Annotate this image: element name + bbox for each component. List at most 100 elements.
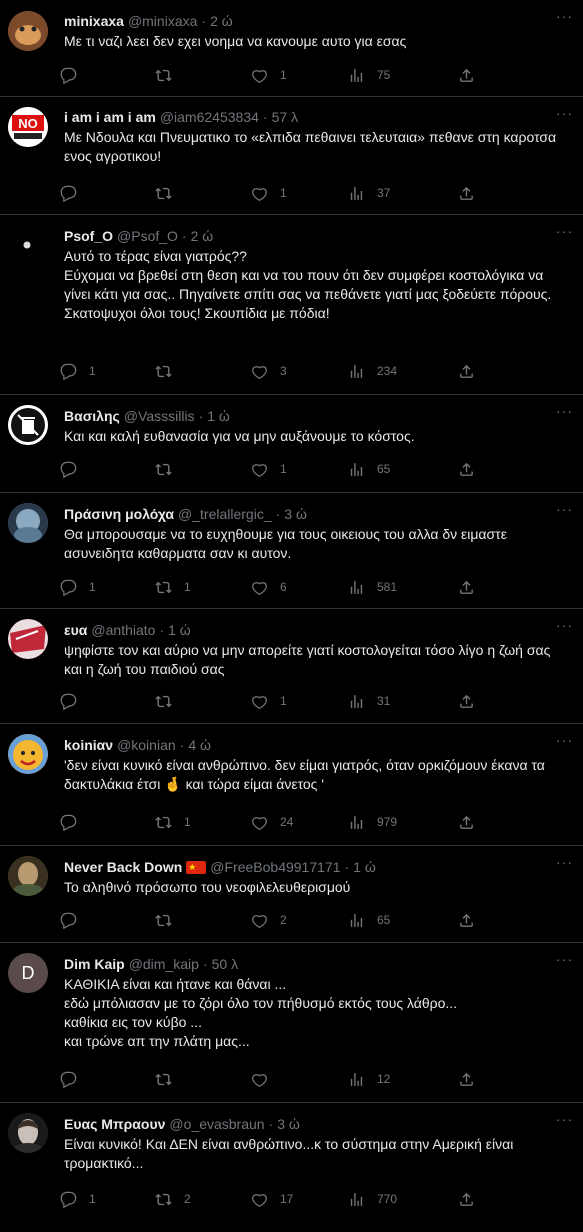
handle[interactable]: @Psof_O	[117, 227, 178, 245]
like-button[interactable]: 3	[251, 363, 348, 380]
tweet[interactable]: Βασιλης @Vasssillis · 1 ώ ··· Και και κα…	[0, 395, 583, 493]
share-button[interactable]	[458, 67, 478, 84]
like-button[interactable]: 2	[251, 912, 348, 929]
more-icon[interactable]: ···	[556, 854, 573, 870]
display-name[interactable]: minixaxa	[64, 12, 124, 30]
views-button[interactable]: 770	[348, 1191, 458, 1208]
more-icon[interactable]: ···	[556, 223, 573, 239]
retweet-button[interactable]	[155, 67, 251, 84]
avatar[interactable]	[8, 11, 48, 51]
share-button[interactable]	[458, 185, 478, 202]
display-name[interactable]: koiniαν	[64, 736, 113, 754]
reply-button[interactable]	[60, 1071, 155, 1088]
handle[interactable]: @_trelallergic_	[178, 505, 272, 523]
handle[interactable]: @iam62453834	[160, 108, 259, 126]
more-icon[interactable]: ···	[556, 951, 573, 967]
like-button[interactable]	[251, 1071, 348, 1088]
display-name[interactable]: Βασιλης	[64, 407, 120, 425]
more-icon[interactable]: ···	[556, 617, 573, 633]
avatar[interactable]	[8, 225, 48, 265]
display-name[interactable]: Ευας Μπραουν	[64, 1115, 165, 1133]
avatar[interactable]	[8, 856, 48, 896]
display-name[interactable]: Dim Kaip	[64, 955, 125, 973]
like-button[interactable]: 1	[251, 185, 348, 202]
views-button[interactable]: 65	[348, 461, 458, 478]
display-name[interactable]: Never Back Down	[64, 858, 182, 876]
retweet-button[interactable]: 1	[155, 814, 251, 831]
like-button[interactable]: 17	[251, 1191, 348, 1208]
share-button[interactable]	[458, 814, 478, 831]
tweet[interactable]: NO i am i am i am @iam62453834 · 57 λ ··…	[0, 97, 583, 215]
retweet-button[interactable]: 2	[155, 1191, 251, 1208]
handle[interactable]: @dim_kaip	[129, 955, 199, 973]
timestamp[interactable]: 3 ώ	[277, 1115, 300, 1133]
tweet[interactable]: koiniαν @koinian · 4 ώ ··· 'δεν είναι κυ…	[0, 724, 583, 846]
reply-button[interactable]	[60, 693, 155, 710]
more-icon[interactable]: ···	[556, 1111, 573, 1127]
tweet[interactable]: D Dim Kaip @dim_kaip · 50 λ ··· ΚΑΘΙΚΙΑ …	[0, 943, 583, 1103]
handle[interactable]: @FreeBob49917171	[210, 858, 340, 876]
more-icon[interactable]: ···	[556, 8, 573, 24]
share-button[interactable]	[458, 912, 478, 929]
reply-button[interactable]	[60, 814, 155, 831]
like-button[interactable]: 1	[251, 461, 348, 478]
timestamp[interactable]: 50 λ	[212, 955, 238, 973]
share-button[interactable]	[458, 1071, 478, 1088]
retweet-button[interactable]	[155, 185, 251, 202]
views-button[interactable]: 37	[348, 185, 458, 202]
views-button[interactable]: 75	[348, 67, 458, 84]
views-button[interactable]: 979	[348, 814, 458, 831]
tweet[interactable]: minixaxa @minixaxa · 2 ώ ··· Με τι ναζι …	[0, 0, 583, 97]
timestamp[interactable]: 1 ώ	[353, 858, 376, 876]
timestamp[interactable]: 1 ώ	[168, 621, 191, 639]
share-button[interactable]	[458, 693, 478, 710]
more-icon[interactable]: ···	[556, 403, 573, 419]
like-button[interactable]: 1	[251, 693, 348, 710]
retweet-button[interactable]: 1	[155, 579, 251, 596]
avatar[interactable]	[8, 619, 48, 659]
avatar[interactable]	[8, 1113, 48, 1153]
reply-button[interactable]: 1	[60, 579, 155, 596]
retweet-button[interactable]	[155, 912, 251, 929]
timestamp[interactable]: 1 ώ	[207, 407, 230, 425]
handle[interactable]: @minixaxa	[128, 12, 197, 30]
avatar[interactable]	[8, 734, 48, 774]
timestamp[interactable]: 2 ώ	[191, 227, 214, 245]
views-button[interactable]: 581	[348, 579, 458, 596]
timestamp[interactable]: 3 ώ	[284, 505, 307, 523]
avatar[interactable]: D	[8, 953, 48, 993]
like-button[interactable]: 1	[251, 67, 348, 84]
share-button[interactable]	[458, 363, 478, 380]
retweet-button[interactable]	[155, 363, 251, 380]
avatar[interactable]	[8, 503, 48, 543]
display-name[interactable]: Psof_O	[64, 227, 113, 245]
timestamp[interactable]: 57 λ	[272, 108, 298, 126]
reply-button[interactable]	[60, 185, 155, 202]
tweet[interactable]: Never Back Down @FreeBob49917171 · 1 ώ ·…	[0, 846, 583, 943]
display-name[interactable]: i am i am i am	[64, 108, 156, 126]
display-name[interactable]: Πράσινη μολόχα	[64, 505, 174, 523]
timestamp[interactable]: 4 ώ	[188, 736, 211, 754]
views-button[interactable]: 65	[348, 912, 458, 929]
reply-button[interactable]: 1	[60, 1191, 155, 1208]
retweet-button[interactable]	[155, 461, 251, 478]
reply-button[interactable]	[60, 912, 155, 929]
reply-button[interactable]	[60, 67, 155, 84]
tweet[interactable]: Ευας Μπραουν @o_evasbraun · 3 ώ ··· Είνα…	[0, 1103, 583, 1232]
tweet[interactable]: Psof_O @Psof_O · 2 ώ ··· Αυτό το τέρας ε…	[0, 215, 583, 395]
like-button[interactable]: 24	[251, 814, 348, 831]
share-button[interactable]	[458, 579, 478, 596]
reply-button[interactable]: 1	[60, 363, 155, 380]
more-icon[interactable]: ···	[556, 105, 573, 121]
more-icon[interactable]: ···	[556, 732, 573, 748]
views-button[interactable]: 234	[348, 363, 458, 380]
share-button[interactable]	[458, 1191, 478, 1208]
retweet-button[interactable]	[155, 693, 251, 710]
avatar[interactable]	[8, 405, 48, 445]
retweet-button[interactable]	[155, 1071, 251, 1088]
handle[interactable]: @koinian	[117, 736, 176, 754]
reply-button[interactable]	[60, 461, 155, 478]
handle[interactable]: @Vasssillis	[124, 407, 195, 425]
avatar[interactable]: NO	[8, 107, 48, 147]
views-button[interactable]: 12	[348, 1071, 458, 1088]
